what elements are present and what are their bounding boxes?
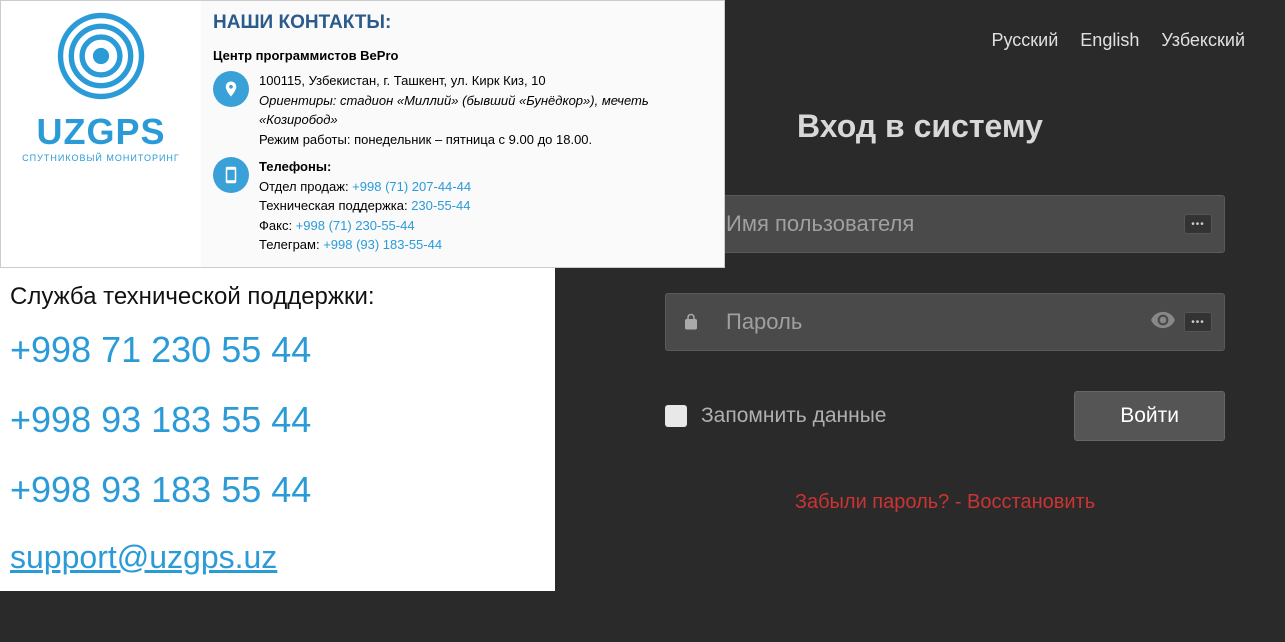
support-email[interactable]: support@uzgps.uz bbox=[10, 539, 545, 576]
lock-icon bbox=[666, 313, 716, 331]
phone-icon bbox=[213, 157, 249, 193]
telegram-label: Телеграм: bbox=[259, 237, 323, 252]
login-button[interactable]: Войти bbox=[1074, 391, 1225, 441]
keyboard-icon[interactable]: ••• bbox=[1184, 214, 1212, 234]
tech-label: Техническая поддержка: bbox=[259, 198, 411, 213]
fax-label: Факс: bbox=[259, 218, 296, 233]
remember-label: Запомнить данные bbox=[701, 404, 886, 428]
lang-en[interactable]: English bbox=[1080, 30, 1139, 51]
password-input[interactable] bbox=[716, 294, 1150, 350]
support-box: Служба технической поддержки: +998 71 23… bbox=[0, 268, 555, 591]
support-phone-3[interactable]: +998 93 183 55 44 bbox=[10, 469, 545, 511]
logo-box: UZGPS СПУТНИКОВЫЙ МОНИТОРИНГ bbox=[1, 1, 201, 267]
contacts-address: 100115, Узбекистан, г. Ташкент, ул. Кирк… bbox=[259, 71, 712, 91]
support-phone-2[interactable]: +998 93 183 55 44 bbox=[10, 399, 545, 441]
keyboard-icon[interactable]: ••• bbox=[1184, 312, 1212, 332]
password-group: ••• bbox=[665, 293, 1225, 351]
eye-icon[interactable] bbox=[1150, 307, 1176, 338]
telegram-phone-link[interactable]: +998 (93) 183-55-44 bbox=[323, 237, 442, 252]
contacts-landmarks: Ориентиры: стадион «Миллий» (бывший «Бун… bbox=[259, 91, 712, 130]
fax-phone-link[interactable]: +998 (71) 230-55-44 bbox=[296, 218, 415, 233]
contacts-title: НАШИ КОНТАКТЫ: bbox=[213, 9, 712, 38]
logo-contact-wrap: UZGPS СПУТНИКОВЫЙ МОНИТОРИНГ НАШИ КОНТАК… bbox=[0, 0, 725, 268]
username-group: ••• bbox=[665, 195, 1225, 253]
location-pin-icon bbox=[213, 71, 249, 107]
sales-phone-link[interactable]: +998 (71) 207-44-44 bbox=[352, 179, 471, 194]
logo-brand: UZGPS bbox=[6, 111, 196, 153]
username-input[interactable] bbox=[716, 196, 1184, 252]
contacts-hours: Режим работы: понедельник – пятница с 9.… bbox=[259, 130, 712, 150]
support-phone-1[interactable]: +998 71 230 55 44 bbox=[10, 329, 545, 371]
lang-uz[interactable]: Узбекский bbox=[1161, 30, 1245, 51]
contacts-center: Центр программистов BePro bbox=[213, 46, 712, 66]
forgot-password-link[interactable]: Забыли пароль? - Восстановить bbox=[795, 491, 1095, 513]
left-info-panel: UZGPS СПУТНИКОВЫЙ МОНИТОРИНГ НАШИ КОНТАК… bbox=[0, 0, 555, 642]
support-title: Служба технической поддержки: bbox=[10, 283, 545, 311]
contacts-box: НАШИ КОНТАКТЫ: Центр программистов BePro… bbox=[201, 1, 724, 267]
language-bar: Русский English Узбекский bbox=[992, 30, 1246, 51]
tech-phone-link[interactable]: 230-55-44 bbox=[411, 198, 470, 213]
logo-tagline: СПУТНИКОВЫЙ МОНИТОРИНГ bbox=[6, 153, 196, 163]
remember-checkbox[interactable] bbox=[665, 405, 687, 427]
remember-row: Запомнить данные Войти bbox=[665, 391, 1225, 441]
lang-ru[interactable]: Русский bbox=[992, 30, 1059, 51]
sales-label: Отдел продаж: bbox=[259, 179, 352, 194]
phones-label: Телефоны: bbox=[259, 157, 712, 177]
logo-swirl-icon bbox=[56, 11, 146, 101]
